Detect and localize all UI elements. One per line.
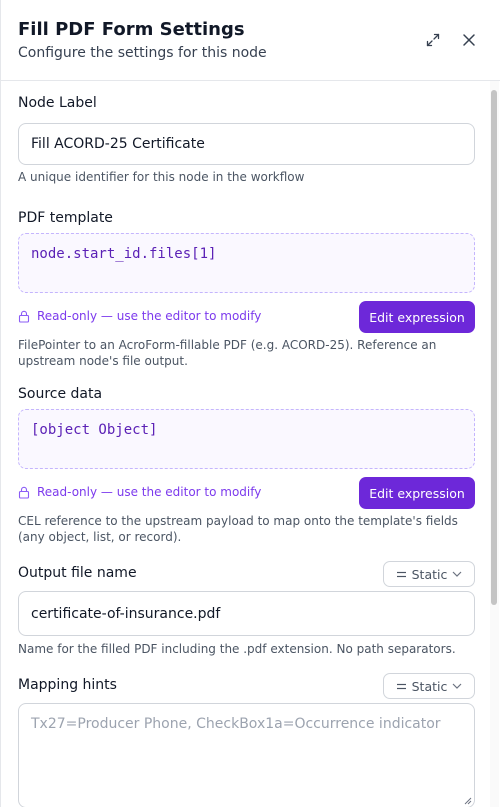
node-label-label: Node Label xyxy=(18,95,97,111)
expand-icon xyxy=(426,33,440,47)
pdf-template-help: FilePointer to an AcroForm-fillable PDF … xyxy=(18,338,437,368)
output-file-name-value: certificate-of-insurance.pdf xyxy=(31,605,221,622)
output-file-name-mode-select[interactable]: Static xyxy=(383,561,475,587)
source-data-expression: [object Object] xyxy=(18,409,475,469)
equals-icon xyxy=(396,683,406,689)
source-data-label: Source data xyxy=(18,386,103,402)
node-label-value: Fill ACORD-25 Certificate xyxy=(31,136,205,152)
pdf-template-label: PDF template xyxy=(18,210,113,226)
pdf-template-readonly-text: Read-only — use the editor to modify xyxy=(37,309,262,323)
source-data-expression-text: [object Object] xyxy=(31,422,158,438)
settings-panel: Fill PDF Form Settings Configure the set… xyxy=(0,0,500,807)
mapping-hints-mode-label: Static xyxy=(411,678,448,694)
close-button[interactable] xyxy=(459,30,479,50)
mapping-hints-placeholder: Tx27=Producer Phone, CheckBox1a=Occurren… xyxy=(31,716,441,732)
close-icon xyxy=(463,34,475,46)
source-data-edit-button[interactable]: Edit expression xyxy=(359,477,475,509)
output-file-name-mode-label: Static xyxy=(411,566,448,582)
source-data-readonly-text: Read-only — use the editor to modify xyxy=(37,485,262,499)
chevron-down-icon xyxy=(452,683,462,689)
resize-grip-icon[interactable] xyxy=(462,795,472,805)
pdf-template-expression: node.start_id.files[1] xyxy=(18,233,475,293)
pdf-template-readonly-note: Read-only — use the editor to modify xyxy=(18,309,261,323)
source-data-help: CEL reference to the upstream payload to… xyxy=(18,514,458,544)
panel-header: Fill PDF Form Settings Configure the set… xyxy=(1,0,500,81)
output-file-name-input[interactable]: certificate-of-insurance.pdf xyxy=(18,591,475,636)
expand-button[interactable] xyxy=(423,30,443,50)
scrollbar-thumb[interactable] xyxy=(491,90,497,605)
pdf-template-edit-button[interactable]: Edit expression xyxy=(359,301,475,333)
node-label-input[interactable]: Fill ACORD-25 Certificate xyxy=(18,123,475,165)
node-label-help: A unique identifier for this node in the… xyxy=(18,170,305,184)
source-data-readonly-note: Read-only — use the editor to modify xyxy=(18,485,261,499)
mapping-hints-label: Mapping hints xyxy=(18,677,117,693)
panel-title: Fill PDF Form Settings xyxy=(18,19,245,40)
equals-icon xyxy=(396,571,406,577)
output-file-name-help: Name for the filled PDF including the .p… xyxy=(18,642,456,656)
pdf-template-expression-text: node.start_id.files[1] xyxy=(31,246,217,262)
panel-subtitle: Configure the settings for this node xyxy=(18,45,267,61)
output-file-name-label: Output file name xyxy=(18,565,137,581)
lock-icon xyxy=(18,310,30,323)
source-data-edit-label: Edit expression xyxy=(369,485,465,501)
mapping-hints-textarea[interactable]: Tx27=Producer Phone, CheckBox1a=Occurren… xyxy=(18,703,475,807)
chevron-down-icon xyxy=(452,571,462,577)
pdf-template-edit-label: Edit expression xyxy=(369,309,465,325)
mapping-hints-mode-select[interactable]: Static xyxy=(383,673,475,699)
lock-icon xyxy=(18,486,30,499)
